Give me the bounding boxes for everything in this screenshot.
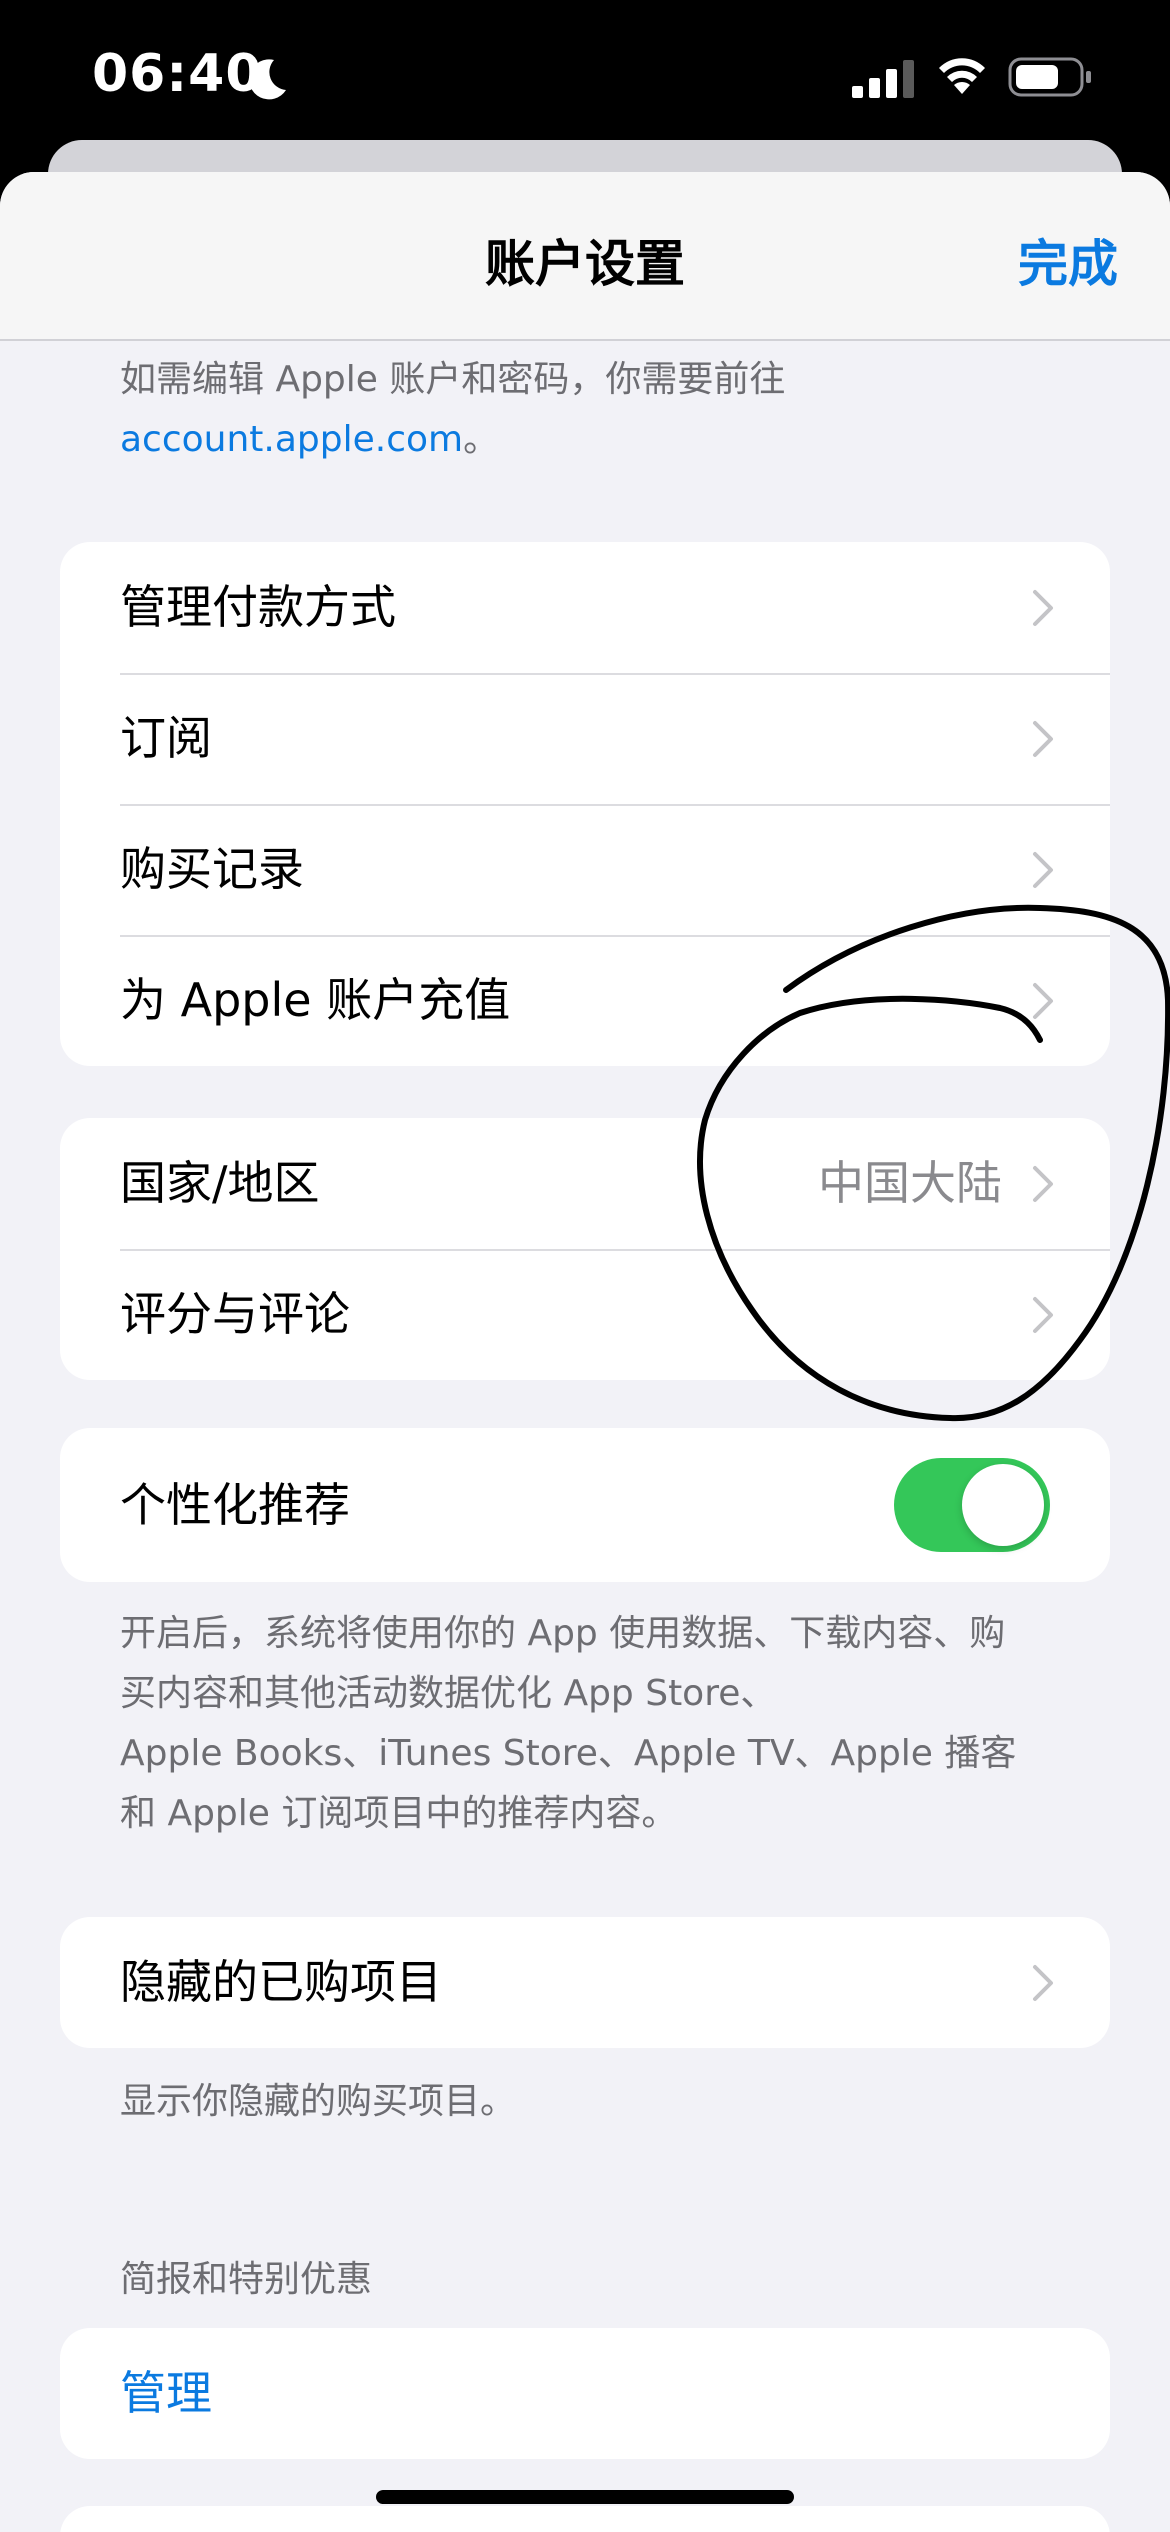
chevron-right-icon <box>1033 590 1053 626</box>
payment-group: 管理付款方式 订阅 购买记录 为 Apple 账户充值 <box>60 542 1110 1066</box>
chevron-right-icon <box>1033 721 1053 757</box>
chevron-right-icon <box>1033 1166 1053 1202</box>
row-label: 为 Apple 账户充值 <box>120 973 511 1027</box>
hidden-purchases-group: 隐藏的已购项目 <box>60 1917 1110 2048</box>
row-hidden-purchases[interactable]: 隐藏的已购项目 <box>60 1917 1110 2048</box>
row-add-funds[interactable]: 为 Apple 账户充值 <box>60 935 1110 1066</box>
row-value: 中国大陆 <box>818 1156 1002 1210</box>
next-group <box>60 2506 1110 2532</box>
intro-suffix: 。 <box>463 419 500 460</box>
footer-line: 开启后，系统将使用你的 App 使用数据、下载内容、购 <box>120 1613 1006 1654</box>
moon-icon <box>249 59 286 100</box>
chevron-right-icon <box>1033 852 1053 888</box>
intro-text: 如需编辑 Apple 账户和密码，你需要前往 account.apple.com… <box>120 350 1070 470</box>
footer-line: 和 Apple 订阅项目中的推荐内容。 <box>120 1793 678 1834</box>
row-manage-newsletter[interactable]: 管理 <box>60 2328 1110 2459</box>
account-link[interactable]: account.apple.com <box>120 419 463 460</box>
row-country-region[interactable]: 国家/地区 中国大陆 <box>60 1118 1110 1249</box>
chevron-right-icon <box>1033 1965 1053 2001</box>
wifi-icon <box>939 58 985 94</box>
home-indicator <box>376 2490 794 2504</box>
region-group: 国家/地区 中国大陆 评分与评论 <box>60 1118 1110 1380</box>
battery-icon <box>1008 57 1091 97</box>
newsletter-header: 简报和特别优惠 <box>120 2259 373 2300</box>
row-label: 订阅 <box>120 711 212 765</box>
footer-line: 买内容和其他活动数据优化 App Store、 <box>120 1673 777 1714</box>
row-label: 国家/地区 <box>120 1156 320 1210</box>
nav-bar: 账户设置 完成 <box>0 172 1170 341</box>
row-label: 评分与评论 <box>120 1287 350 1341</box>
row-purchase-history[interactable]: 购买记录 <box>60 804 1110 935</box>
toggle-knob <box>962 1464 1044 1546</box>
intro-description: 如需编辑 Apple 账户和密码，你需要前往 <box>120 359 786 400</box>
row-label: 购买记录 <box>120 842 304 896</box>
manage-link: 管理 <box>120 2366 212 2420</box>
row-ratings-reviews[interactable]: 评分与评论 <box>60 1249 1110 1380</box>
page-title: 账户设置 <box>485 235 685 293</box>
chevron-right-icon <box>1033 983 1053 1019</box>
personalized-footer: 开启后，系统将使用你的 App 使用数据、下载内容、购 买内容和其他活动数据优化… <box>120 1604 1070 1844</box>
row-label: 管理付款方式 <box>120 580 396 634</box>
newsletter-group: 管理 <box>60 2328 1110 2459</box>
personalized-group: 个性化推荐 <box>60 1428 1110 1582</box>
personalized-toggle[interactable] <box>894 1458 1050 1552</box>
status-bar: 06:40 <box>0 0 1170 150</box>
footer-line: Apple Books、iTunes Store、Apple TV、Apple … <box>120 1733 1017 1774</box>
personalized-label: 个性化推荐 <box>120 1478 350 1532</box>
signal-icon <box>852 60 914 98</box>
row-label: 隐藏的已购项目 <box>120 1955 442 2009</box>
row-manage-payment[interactable]: 管理付款方式 <box>60 542 1110 673</box>
row-subscriptions[interactable]: 订阅 <box>60 673 1110 804</box>
chevron-right-icon <box>1033 1297 1053 1333</box>
hidden-purchases-footer: 显示你隐藏的购买项目。 <box>120 2081 517 2122</box>
done-button[interactable]: 完成 <box>1018 224 1118 296</box>
account-settings-sheet: 账户设置 完成 如需编辑 Apple 账户和密码，你需要前往 account.a… <box>0 172 1170 2532</box>
status-time: 06:40 <box>92 44 263 104</box>
